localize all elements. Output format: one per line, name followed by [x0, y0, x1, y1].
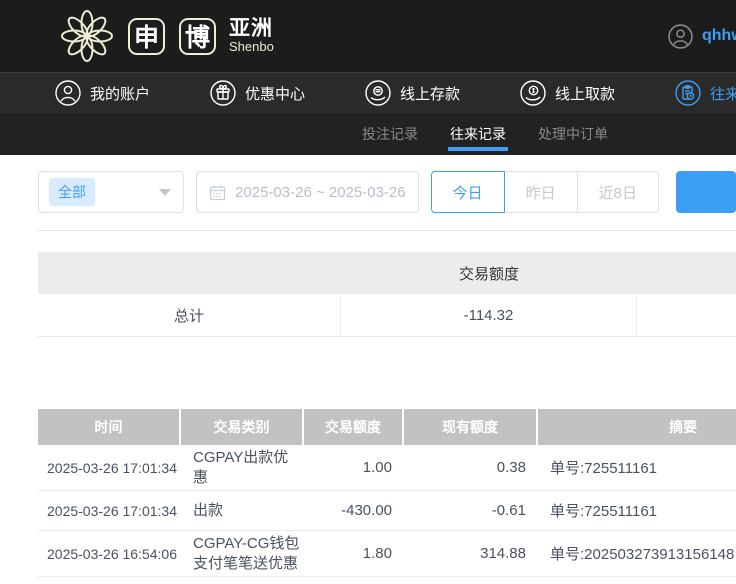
last-8-days-button[interactable]: 近8日 [577, 171, 659, 213]
active-tab-underline [448, 147, 508, 151]
cell-balance: 314.88 [404, 545, 538, 562]
summary-table: 交易额度 总计 -114.32 [38, 252, 736, 337]
avatar-icon [668, 24, 693, 49]
site-logo[interactable]: 申 博 亚洲 Shenbo [60, 9, 274, 63]
cell-type: CGPAY-CG钱包支付笔笔送优惠 [181, 531, 304, 576]
col-header-time: 时间 [38, 409, 181, 445]
tab-label: 处理中订单 [538, 124, 608, 144]
col-header-amount: 交易额度 [304, 409, 404, 445]
deposit-icon [365, 80, 391, 106]
yesterday-button[interactable]: 昨日 [504, 171, 578, 213]
nav-label: 我的账户 [90, 83, 150, 104]
tab-label: 往来记录 [450, 124, 506, 144]
date-range-value: 2025-03-26 ~ 2025-03-26 [235, 184, 406, 201]
summary-header-amount: 交易额度 [341, 263, 637, 284]
section-divider [38, 230, 736, 231]
type-select[interactable]: 全部 [38, 171, 184, 213]
summary-empty-cell [637, 294, 736, 336]
today-button[interactable]: 今日 [431, 171, 505, 213]
records-table: 时间 交易类别 交易额度 现有额度 摘要 2025-03-26 17:01:34… [38, 409, 736, 584]
cell-note: 单号:725511161 [538, 500, 736, 521]
date-range-input[interactable]: 2025-03-26 ~ 2025-03-26 [196, 171, 419, 213]
filter-bar: 全部 2025-03-26 ~ 2025-03-26 今日 昨日 近8日 [38, 171, 736, 213]
summary-header-row: 交易额度 [38, 252, 736, 294]
logo-region-label: 亚洲 [229, 18, 274, 40]
record-tabs: 投注记录 往来记录 处理中订单 [0, 113, 736, 155]
nav-label: 线上存款 [400, 83, 460, 104]
cell-note: 单号:202503273913156148 [538, 543, 736, 564]
summary-total-value: -114.32 [341, 294, 637, 336]
nav-item-transactions[interactable]: 往来记录 [675, 80, 736, 106]
cell-amount: 1.00 [304, 459, 404, 476]
gift-icon [210, 80, 236, 106]
records-icon [675, 80, 701, 106]
user-icon [55, 80, 81, 106]
table-row: 2025-03-26 17:01:34 CGPAY出款优惠 1.00 0.38 … [38, 445, 736, 491]
cell-time: 2025-03-26 16:54:06 [38, 546, 181, 562]
logo-char-shen: 申 [128, 18, 165, 55]
type-select-value[interactable]: 全部 [49, 178, 95, 206]
nav-item-deposit[interactable]: 线上存款 [365, 80, 460, 106]
tab-label: 投注记录 [362, 124, 418, 144]
cell-balance: -0.61 [404, 502, 538, 519]
search-button[interactable] [676, 171, 736, 213]
cell-amount: 1.80 [304, 545, 404, 562]
table-row: 2025-03-26 16:54:06 CGPAY支付 300.00 313.0… [38, 577, 736, 584]
col-header-note: 摘要 [538, 409, 736, 445]
col-header-type: 交易类别 [181, 409, 304, 445]
logo-char-bo: 博 [179, 18, 216, 55]
table-row: 2025-03-26 16:54:06 CGPAY-CG钱包支付笔笔送优惠 1.… [38, 531, 736, 577]
cell-note: 单号:725511161 [538, 457, 736, 478]
tab-pending-orders[interactable]: 处理中订单 [538, 113, 608, 155]
table-row: 2025-03-26 17:01:34 出款 -430.00 -0.61 单号:… [38, 491, 736, 531]
cell-time: 2025-03-26 17:01:34 [38, 503, 181, 519]
nav-label: 往来记录 [710, 83, 736, 104]
tab-betting-records[interactable]: 投注记录 [362, 113, 418, 155]
username-label[interactable]: qhhw [702, 27, 736, 45]
cell-type: 出款 [181, 498, 304, 524]
tab-transaction-records[interactable]: 往来记录 [450, 113, 506, 155]
chevron-down-icon [159, 189, 171, 196]
records-header-row: 时间 交易类别 交易额度 现有额度 摘要 [38, 409, 736, 445]
nav-label: 优惠中心 [245, 83, 305, 104]
quick-date-buttons: 今日 昨日 近8日 [431, 171, 659, 213]
main-nav: 我的账户 优惠中心 线上存款 线上取款 [0, 72, 736, 113]
top-bar: 申 博 亚洲 Shenbo qhhw [0, 0, 736, 72]
nav-item-withdraw[interactable]: 线上取款 [520, 80, 615, 106]
withdraw-icon [520, 80, 546, 106]
nav-item-promotions[interactable]: 优惠中心 [210, 80, 305, 106]
cell-time: 2025-03-26 17:01:34 [38, 460, 181, 476]
logo-text-stack: 亚洲 Shenbo [229, 18, 274, 54]
summary-total-label: 总计 [38, 294, 341, 336]
col-header-balance: 现有额度 [404, 409, 538, 445]
logo-latin-label: Shenbo [229, 40, 274, 54]
cell-type: CGPAY出款优惠 [181, 445, 304, 490]
lotus-flower-icon [60, 9, 114, 63]
summary-total-row: 总计 -114.32 [38, 294, 736, 337]
cell-balance: 0.38 [404, 459, 538, 476]
nav-label: 线上取款 [555, 83, 615, 104]
cell-amount: -430.00 [304, 502, 404, 519]
calendar-icon [209, 184, 226, 201]
user-area[interactable]: qhhw [668, 0, 736, 72]
nav-item-my-account[interactable]: 我的账户 [55, 80, 150, 106]
